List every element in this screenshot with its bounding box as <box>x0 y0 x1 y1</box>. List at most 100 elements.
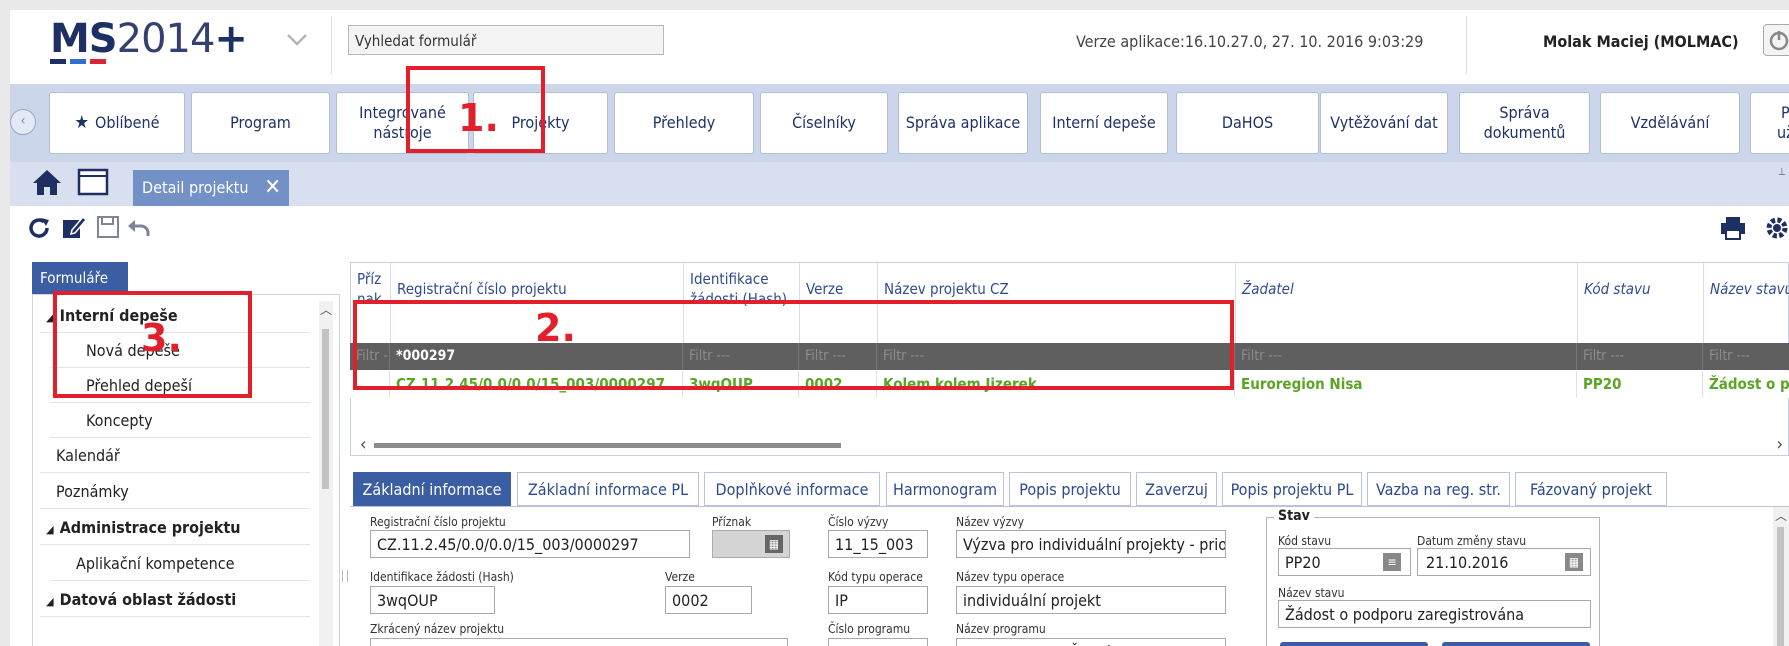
menu-oblibene[interactable]: ★ Oblíbené <box>49 92 185 154</box>
tab-zakladni-informace[interactable]: Základní informace <box>353 472 511 506</box>
detail-scrollbar[interactable]: ︿ <box>1773 507 1789 646</box>
grid-horizontal-scrollbar[interactable]: ‹ › <box>360 434 1789 455</box>
sidebar-item-koncepty[interactable]: Koncepty <box>50 403 310 438</box>
save-icon[interactable] <box>96 215 120 243</box>
annotation-box-2 <box>353 300 1234 390</box>
scroll-up-icon[interactable]: ︿ <box>319 301 333 318</box>
menu-dahos[interactable]: DaHOS <box>1176 92 1319 154</box>
field-nazev-stavu[interactable]: Žádost o podporu zaregistrována <box>1278 600 1591 628</box>
sidebar-scrollbar[interactable]: ︿ <box>319 301 333 646</box>
cell-nazev-stavu: Žádost o pod <box>1703 371 1789 398</box>
star-icon: ★ <box>74 112 90 133</box>
grid-header-zadatel[interactable]: Žadatel <box>1236 263 1578 343</box>
scroll-up-icon[interactable]: ︿ <box>1775 507 1787 524</box>
field-nazev-vyzvy[interactable]: Výzva pro individuální projekty - prior <box>956 530 1226 558</box>
tab-detail-projektu[interactable]: Detail projektu ✕ <box>133 170 289 206</box>
scroll-left-icon[interactable]: ‹ <box>360 434 366 455</box>
label-nazev-vyzvy: Název výzvy <box>956 515 1025 529</box>
annotation-label-3: 3. <box>141 316 182 360</box>
label-cislo-programu: Číslo programu <box>828 622 911 636</box>
field-kod-typu[interactable]: IP <box>828 586 928 614</box>
sidebar-group-datova-oblast-zadosti[interactable]: ◢ Datová oblast žádosti <box>40 582 310 617</box>
splitter-handle[interactable] <box>342 570 348 582</box>
label-nazev-typu: Název typu operace <box>956 570 1065 584</box>
collapse-triangle-icon: ◢ <box>46 523 54 536</box>
undo-icon[interactable] <box>126 215 152 243</box>
tab-popis-projektu-pl[interactable]: Popis projektu PL <box>1222 472 1362 506</box>
menu-program[interactable]: Program <box>191 92 330 154</box>
grid-header-kod-stavu[interactable]: Kód stavu <box>1578 263 1704 343</box>
field-cislo-programu[interactable]: 11 <box>828 638 928 646</box>
scroll-thumb[interactable] <box>1777 527 1784 646</box>
menu-sprava-aplikace[interactable]: Správa aplikace <box>898 92 1028 154</box>
sidebar-group-administrace-projektu[interactable]: ◢ Administrace projektu <box>40 510 310 545</box>
field-zkraceny-nazev[interactable]: Kolem kolem Jizerek <box>370 638 788 646</box>
scroll-thumb[interactable] <box>374 443 841 448</box>
filter-nazev-stavu[interactable]: Filtr --- <box>1703 343 1789 370</box>
close-icon[interactable]: ✕ <box>264 170 281 206</box>
label-reg-cislo: Registrační číslo projektu <box>370 515 506 529</box>
menu-vzdelavani[interactable]: Vzdělávání <box>1600 92 1740 154</box>
menu-scroll-left-icon[interactable]: ‹ <box>10 109 36 135</box>
collapse-triangle-icon: ◢ <box>46 595 54 608</box>
topbar-divider <box>331 16 332 74</box>
cell-zadatel: Euroregion Nisa <box>1235 371 1577 398</box>
scroll-thumb[interactable] <box>322 329 329 489</box>
edit-icon[interactable] <box>61 214 88 244</box>
tab-zaverzuj[interactable]: Zaverzuj <box>1136 472 1217 506</box>
field-reg-cislo[interactable]: CZ.11.2.45/0.0/0.0/15_003/0000297 <box>370 530 690 558</box>
sidebar-item-poznamky[interactable]: Poznámky <box>40 474 310 509</box>
filter-zadatel[interactable]: Filtr --- <box>1235 343 1577 370</box>
home-icon[interactable] <box>32 168 62 200</box>
list-picker-icon[interactable]: ≡ <box>1383 553 1401 571</box>
tab-harmonogram[interactable]: Harmonogram <box>886 472 1004 506</box>
logo-color-bars <box>50 59 128 65</box>
pin-icon[interactable]: ⊥ <box>1778 167 1786 178</box>
sidebar-item-aplikacni-kompetence[interactable]: Aplikační kompetence <box>50 546 310 581</box>
menu-ciselniky[interactable]: Číselníky <box>760 92 888 154</box>
label-cislo-vyzvy: Číslo výzvy <box>828 515 889 529</box>
app-logo[interactable]: MS2014+ <box>50 16 248 62</box>
tab-zakladni-informace-pl[interactable]: Základní informace PL <box>517 472 699 506</box>
new-tab-icon[interactable] <box>76 166 110 202</box>
field-priznak[interactable]: ▦ <box>712 530 790 558</box>
app-frame: MS2014+ Vyhledat formulář Verze aplikace… <box>10 10 1789 646</box>
stav-action-button[interactable] <box>1442 642 1590 646</box>
calendar-icon[interactable]: ▦ <box>1565 553 1583 571</box>
calendar-icon[interactable]: ▦ <box>765 535 783 553</box>
label-nazev-stavu: Název stavu <box>1278 586 1345 600</box>
filter-kod-stavu[interactable]: Filtr --- <box>1577 343 1703 370</box>
stav-action-button[interactable] <box>1280 642 1428 646</box>
scroll-right-icon[interactable]: › <box>1777 434 1783 455</box>
cell-kod-stavu: PP20 <box>1577 371 1703 398</box>
tab-vazba-na-reg-str[interactable]: Vazba na reg. str. <box>1367 472 1510 506</box>
user-name[interactable]: Molak Maciej (MOLMAC) <box>1543 32 1739 51</box>
toolbar <box>10 206 1789 256</box>
logout-power-icon[interactable] <box>1763 24 1789 56</box>
form-search-input[interactable]: Vyhledat formulář <box>348 25 664 55</box>
label-kod-typu: Kód typu operace <box>828 570 923 584</box>
menu-vytezovani-dat[interactable]: Vytěžování dat <box>1320 92 1448 154</box>
menu-more[interactable]: P už <box>1750 92 1789 154</box>
print-icon[interactable] <box>1720 216 1750 244</box>
field-verze[interactable]: 0002 <box>665 586 752 614</box>
tab-doplnkove-informace[interactable]: Doplňkové informace <box>704 472 880 506</box>
menu-prehledy[interactable]: Přehledy <box>614 92 754 154</box>
sidebar-title[interactable]: Formuláře <box>32 262 128 294</box>
field-nazev-typu[interactable]: individuální projekt <box>956 586 1226 614</box>
label-nazev-programu: Název programu <box>956 622 1046 636</box>
settings-gear-icon[interactable] <box>1764 215 1789 245</box>
logo-dropdown-chevron-icon[interactable] <box>286 32 308 51</box>
label-verze: Verze <box>665 570 695 584</box>
field-nazev-programu[interactable]: INTERREG V-A Česká republika - Polo <box>956 638 1226 646</box>
grid-header-nazev-stavu[interactable]: Název stavu <box>1704 263 1789 343</box>
tab-popis-projektu[interactable]: Popis projektu <box>1009 472 1131 506</box>
field-hash[interactable]: 3wqOUP <box>370 586 495 614</box>
field-cislo-vyzvy[interactable]: 11_15_003 <box>828 530 928 558</box>
menu-interni-depese[interactable]: Interní depeše <box>1040 92 1168 154</box>
sidebar-item-kalendar[interactable]: Kalendář <box>40 438 310 473</box>
refresh-icon[interactable] <box>27 216 51 244</box>
label-priznak: Příznak <box>712 515 752 529</box>
tab-fazovany-projekt[interactable]: Fázovaný projekt <box>1515 472 1667 506</box>
menu-sprava-dokumentu[interactable]: Správa dokumentů <box>1459 92 1590 154</box>
